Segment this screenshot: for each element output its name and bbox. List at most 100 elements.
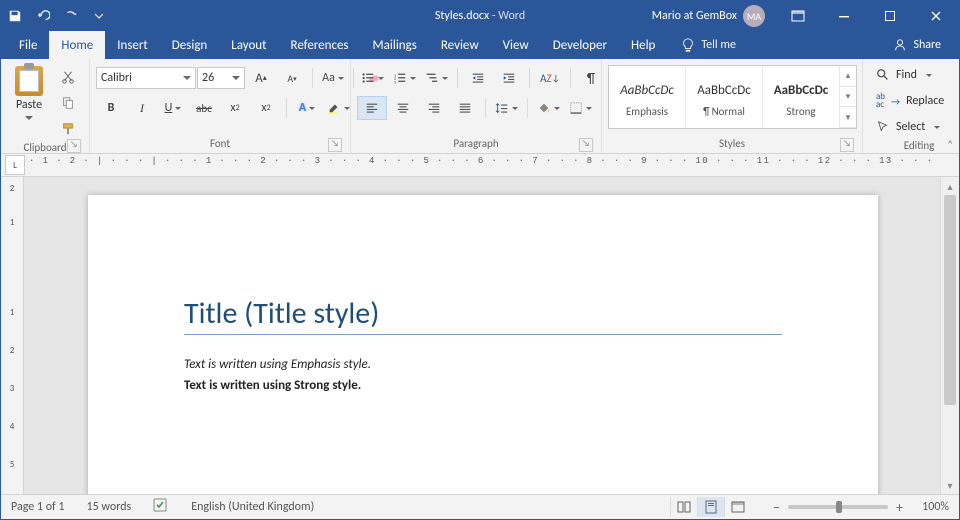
- redo-icon: [64, 9, 78, 23]
- style-strong[interactable]: AaBbCcDc Strong: [763, 66, 840, 128]
- select-button[interactable]: Select: [869, 115, 951, 139]
- align-right-button[interactable]: [419, 96, 449, 120]
- page[interactable]: Title (Title style) Text is written usin…: [88, 195, 878, 494]
- subscript-button[interactable]: x2: [220, 96, 250, 120]
- chevron-up-icon[interactable]: ▴: [840, 66, 856, 87]
- borders-button[interactable]: [565, 96, 596, 120]
- collapse-ribbon-button[interactable]: ˄: [947, 138, 953, 151]
- undo-button[interactable]: [29, 1, 57, 31]
- zoom-slider[interactable]: [788, 505, 888, 509]
- spell-check-status[interactable]: [153, 498, 169, 516]
- ribbon-display-options-button[interactable]: [775, 1, 821, 31]
- scroll-down-button[interactable]: ▾: [941, 476, 959, 494]
- decrease-indent-button[interactable]: [463, 66, 493, 90]
- save-button[interactable]: [1, 1, 29, 31]
- bullets-button[interactable]: [357, 66, 388, 90]
- tab-layout[interactable]: Layout: [219, 31, 278, 59]
- align-center-button[interactable]: [388, 96, 418, 120]
- justify-icon: [458, 101, 472, 115]
- sort-button[interactable]: AZ↓: [535, 66, 565, 90]
- read-mode-button[interactable]: [670, 497, 697, 517]
- style-normal[interactable]: AaBbCcDc ¶ Normal: [686, 66, 763, 128]
- font-dialog-launcher[interactable]: ↘: [328, 138, 342, 152]
- borders-icon: [569, 101, 583, 115]
- text-effects-button[interactable]: A: [292, 96, 322, 120]
- tab-help[interactable]: Help: [619, 31, 667, 59]
- quick-access-toolbar: [1, 1, 113, 31]
- doc-emphasis-line[interactable]: Text is written using Emphasis style.: [184, 357, 782, 372]
- zoom-out-button[interactable]: −: [773, 499, 780, 516]
- tab-mailings[interactable]: Mailings: [361, 31, 429, 59]
- replace-button[interactable]: abac→Replace: [869, 89, 951, 113]
- format-painter-button[interactable]: [53, 117, 83, 141]
- grow-font-button[interactable]: A▴: [246, 66, 276, 90]
- print-layout-button[interactable]: [697, 497, 724, 517]
- horizontal-ruler[interactable]: · 1 · 2 · | · · · | · · · 1 · · · 2 · · …: [29, 156, 935, 174]
- italic-button[interactable]: I: [127, 96, 157, 120]
- shading-button[interactable]: [533, 96, 564, 120]
- change-case-button[interactable]: Aa: [318, 66, 348, 90]
- copy-button[interactable]: [53, 91, 83, 115]
- paragraph-dialog-launcher[interactable]: ↘: [579, 138, 593, 152]
- cursor-icon: [876, 120, 890, 134]
- highlight-button[interactable]: [323, 96, 354, 120]
- show-paragraph-marks-button[interactable]: ¶: [576, 66, 606, 90]
- line-spacing-button[interactable]: [491, 96, 522, 120]
- justify-button[interactable]: [450, 96, 480, 120]
- chevron-down-icon[interactable]: ▾: [840, 87, 856, 108]
- font-name-combo[interactable]: Calibri: [96, 67, 196, 89]
- tell-me[interactable]: Tell me: [667, 31, 750, 59]
- tab-view[interactable]: View: [491, 31, 541, 59]
- doc-strong-line[interactable]: Text is written using Strong style.: [184, 378, 782, 393]
- strikethrough-button[interactable]: abc: [189, 96, 219, 120]
- redo-button[interactable]: [57, 1, 85, 31]
- zoom-level[interactable]: 100%: [911, 500, 949, 514]
- tab-developer[interactable]: Developer: [541, 31, 619, 59]
- doc-title-line[interactable]: Title (Title style): [184, 295, 782, 335]
- tab-home[interactable]: Home: [49, 31, 105, 59]
- tab-insert[interactable]: Insert: [105, 31, 160, 59]
- font-size-combo[interactable]: 26: [197, 67, 245, 89]
- avatar[interactable]: MA: [743, 5, 765, 27]
- increase-indent-button[interactable]: [494, 66, 524, 90]
- page-count[interactable]: Page 1 of 1: [11, 500, 65, 514]
- vertical-ruler[interactable]: 2 1 1 2 3 4 5: [1, 177, 24, 494]
- scroll-up-button[interactable]: ▴: [941, 177, 959, 195]
- style-emphasis[interactable]: AaBbCcDc Emphasis: [609, 66, 686, 128]
- more-icon[interactable]: ▾: [840, 107, 856, 128]
- web-layout-button[interactable]: [724, 497, 751, 517]
- zoom-in-button[interactable]: +: [896, 499, 903, 516]
- lightbulb-icon: [681, 38, 695, 52]
- multilevel-list-button[interactable]: [421, 66, 452, 90]
- tab-review[interactable]: Review: [429, 31, 491, 59]
- language-status[interactable]: English (United Kingdom): [191, 500, 314, 514]
- scrollbar-thumb[interactable]: [944, 195, 956, 405]
- page-scroll-area[interactable]: Title (Title style) Text is written usin…: [24, 177, 940, 494]
- superscript-button[interactable]: x2: [251, 96, 281, 120]
- zoom-thumb[interactable]: [836, 501, 842, 513]
- tab-design[interactable]: Design: [160, 31, 219, 59]
- underline-button[interactable]: U: [158, 96, 188, 120]
- scrollbar-track[interactable]: [941, 195, 959, 476]
- minimize-button[interactable]: [821, 1, 867, 31]
- signed-in-user[interactable]: Mario at GemBox: [652, 9, 737, 23]
- share-button[interactable]: Share: [875, 31, 959, 59]
- cut-button[interactable]: [53, 65, 83, 89]
- tab-selector[interactable]: L: [5, 155, 25, 175]
- maximize-button[interactable]: [867, 1, 913, 31]
- find-button[interactable]: Find: [869, 63, 951, 87]
- tab-file[interactable]: File: [7, 31, 49, 59]
- shrink-font-button[interactable]: A▾: [277, 66, 307, 90]
- paste-button[interactable]: Paste: [7, 61, 51, 133]
- bold-button[interactable]: B: [96, 96, 126, 120]
- align-left-button[interactable]: [357, 96, 387, 120]
- numbering-button[interactable]: 123: [389, 66, 420, 90]
- clipboard-dialog-launcher[interactable]: ↘: [67, 139, 81, 153]
- styles-dialog-launcher[interactable]: ↘: [840, 138, 854, 152]
- word-count[interactable]: 15 words: [87, 500, 132, 514]
- styles-gallery-scroll[interactable]: ▴ ▾ ▾: [840, 66, 856, 128]
- close-button[interactable]: [913, 1, 959, 31]
- vertical-scrollbar[interactable]: ▴ ▾: [940, 177, 959, 494]
- tab-references[interactable]: References: [279, 31, 361, 59]
- qat-customize-button[interactable]: [85, 1, 113, 31]
